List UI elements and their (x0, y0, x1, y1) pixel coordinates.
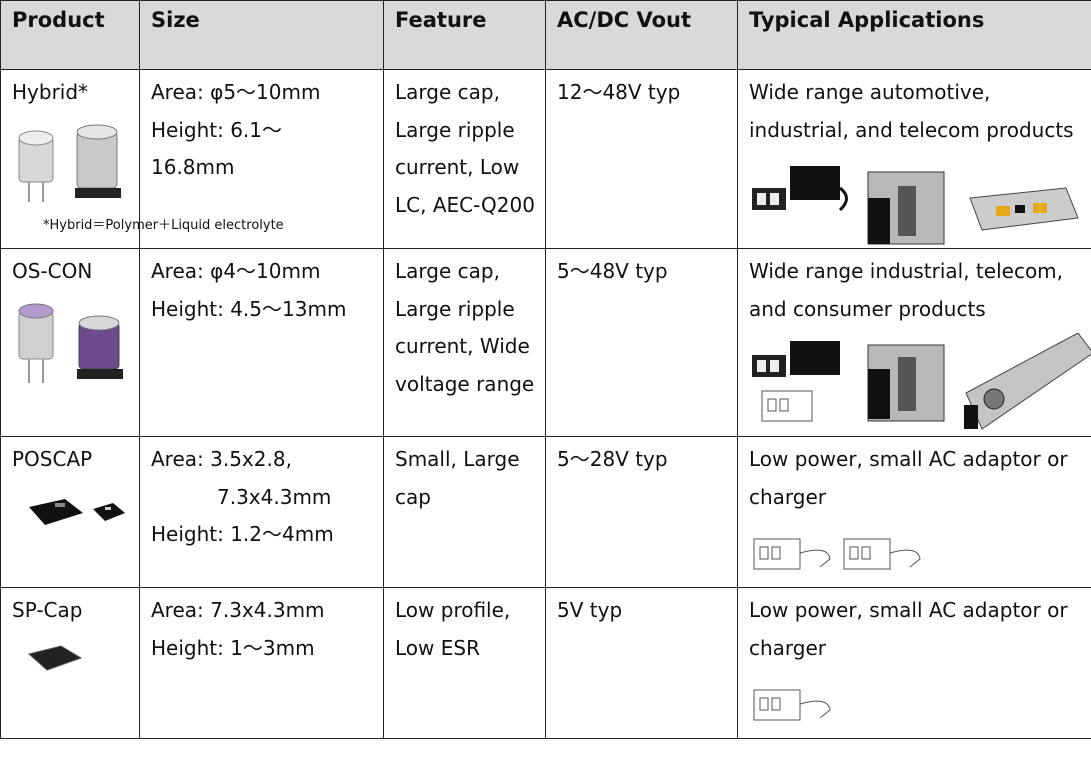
applications-line: charger (749, 484, 827, 509)
table-row: Hybrid* *Hybrid＝Polymer＋Liquid electroly… (0, 69, 1091, 249)
feature-line: current, Low (395, 155, 520, 179)
vout-cell: 12～48V typ (545, 69, 738, 249)
size-line: Height: 4.5～13mm (151, 296, 347, 321)
size-line: 7.3x4.3mm (217, 484, 332, 509)
product-cell: POSCAP (0, 436, 140, 588)
feature-cell: Low profile, Low ESR (383, 587, 546, 739)
header-feature: Feature (383, 0, 546, 70)
size-line: Height: 1～3mm (151, 635, 315, 660)
applications-cell: Wide range automotive, industrial, and t… (737, 69, 1091, 249)
applications-cell: Low power, small AC adaptor or charger (737, 436, 1091, 588)
product-name: OS-CON (12, 259, 93, 283)
applications-line: charger (749, 635, 827, 660)
applications-line: Low power, small AC adaptor or (749, 447, 1068, 471)
product-name: POSCAP (12, 447, 93, 471)
size-cell: Area: 3.5x2.8, 7.3x4.3mm Height: 1.2～4mm (139, 436, 384, 588)
feature-line: LC, AEC-Q200 (395, 192, 535, 217)
ac-adaptor-image (753, 538, 921, 570)
size-line: Area: φ4～10mm (151, 259, 321, 283)
size-cell: Area: φ4～10mm Height: 4.5～13mm (139, 248, 384, 437)
feature-cell: Small, Large cap (383, 436, 546, 588)
power-supply-image (752, 333, 1091, 430)
feature-line: Low profile, (395, 598, 511, 622)
product-name: Hybrid* (12, 80, 89, 104)
radial-capacitor-image (18, 124, 121, 202)
applications-cell: Low power, small AC adaptor or charger (737, 587, 1091, 739)
product-cell: SP-Cap (0, 587, 140, 739)
size-line: Height: 1.2～4mm (151, 522, 334, 546)
applications-line: Low power, small AC adaptor or (749, 598, 1068, 622)
chip-capacitor-image (27, 645, 83, 671)
product-cell: OS-CON (0, 248, 140, 437)
size-line: Area: φ5～10mm (151, 80, 321, 104)
feature-line: Large cap, (395, 259, 500, 283)
feature-line: Large cap, (395, 80, 500, 104)
vout-cell: 5～28V typ (545, 436, 738, 588)
product-cell: Hybrid* *Hybrid＝Polymer＋Liquid electroly… (0, 69, 284, 249)
chip-capacitor-image (29, 499, 125, 525)
header-applications: Typical Applications (737, 0, 1091, 70)
size-line: Height: 6.1～ (151, 117, 283, 142)
feature-line: Small, Large (395, 447, 520, 471)
applications-cell: Wide range industrial, telecom, and cons… (737, 248, 1091, 437)
feature-line: Large ripple (395, 296, 515, 321)
size-cell: Area: 7.3x4.3mm Height: 1～3mm (139, 587, 384, 739)
header-vout: AC/DC Vout (545, 0, 738, 70)
feature-line: cap (395, 484, 431, 509)
product-comparison-table: Product Size Feature AC/DC Vout Typical … (0, 0, 1091, 739)
vout-cell: 5～48V typ (545, 248, 738, 437)
feature-cell: Large cap, Large ripple current, Low LC,… (383, 69, 546, 249)
feature-cell: Large cap, Large ripple current, Wide vo… (383, 248, 546, 437)
table-row: POSCAP Area: 3.5x2.8, 7.3x4.3mm Height: … (0, 436, 1091, 588)
applications-line: Wide range automotive, (749, 80, 991, 104)
header-product: Product (0, 0, 140, 70)
applications-line: industrial, and telecom products (749, 117, 1074, 142)
feature-line: current, Wide (395, 334, 530, 358)
size-line: Area: 7.3x4.3mm (151, 598, 325, 622)
vout-cell: 5V typ (545, 587, 738, 739)
header-size: Size (139, 0, 384, 70)
feature-line: Large ripple (395, 117, 515, 142)
size-line: 16.8mm (151, 155, 235, 179)
radial-capacitor-image (18, 303, 123, 383)
power-supply-image (752, 166, 1079, 245)
applications-line: and consumer products (749, 296, 986, 321)
product-name: SP-Cap (12, 598, 83, 622)
feature-line: Low ESR (395, 635, 480, 660)
size-cell: Area: φ5～10mm Height: 6.1～ 16.8mm (139, 69, 384, 249)
table-row: SP-Cap Area: 7.3x4.3mm Height: 1～3mm Low… (0, 587, 1091, 739)
size-line: Area: 3.5x2.8, (151, 447, 292, 471)
feature-line: voltage range (395, 371, 535, 396)
ac-adaptor-image (753, 689, 831, 721)
applications-line: Wide range industrial, telecom, (749, 259, 1064, 283)
header-row: Product Size Feature AC/DC Vout Typical … (0, 0, 1091, 70)
table-row: OS-CON Area: φ4～10mm Height: 4.5～13mm La… (0, 248, 1091, 437)
